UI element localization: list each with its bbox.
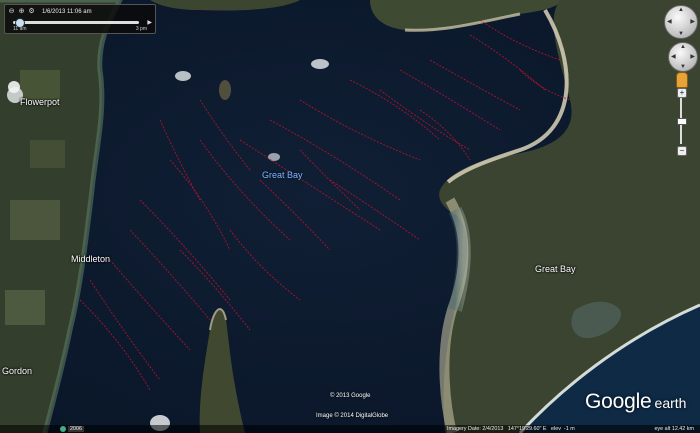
status-info: Imagery Date: 2/4/2013 147°19'29.60" E e… bbox=[447, 425, 575, 433]
place-label-great-bay-water[interactable]: Great Bay bbox=[262, 170, 303, 180]
time-end-label: 3 pm bbox=[135, 26, 147, 32]
eye-altitude: eye alt 12.42 km bbox=[654, 426, 694, 432]
logo-earth-text: earth bbox=[654, 395, 687, 411]
place-label-middleton[interactable]: Middleton bbox=[71, 254, 110, 264]
move-left-icon[interactable]: ◀ bbox=[671, 53, 676, 60]
look-up-icon[interactable]: ▲ bbox=[678, 7, 684, 13]
zoom-in-time-icon[interactable]: ⊕ bbox=[18, 8, 25, 15]
move-up-icon[interactable]: ▲ bbox=[680, 44, 686, 50]
time-date-readout: 1/6/2013 11:06 am bbox=[42, 8, 92, 15]
street-view-pegman-icon[interactable] bbox=[676, 72, 688, 88]
settings-icon[interactable]: ⚙ bbox=[28, 8, 35, 15]
look-joystick[interactable]: ▲ ▼ ◀ ▶ bbox=[664, 5, 698, 39]
satellite-imagery[interactable] bbox=[0, 0, 700, 433]
place-label-gordon[interactable]: Gordon bbox=[2, 366, 32, 376]
play-icon[interactable]: ▶ bbox=[147, 19, 152, 26]
move-right-icon[interactable]: ▶ bbox=[690, 53, 695, 60]
clock-icon[interactable] bbox=[60, 426, 66, 432]
status-bar bbox=[0, 425, 700, 433]
zoom-slider-thumb[interactable] bbox=[677, 118, 687, 125]
imagery-date: Imagery Date: 2/4/2013 bbox=[447, 426, 504, 432]
zoom-in-button[interactable]: + bbox=[677, 88, 687, 98]
time-start-label: 11 am bbox=[13, 26, 27, 32]
zoom-out-button[interactable]: − bbox=[677, 146, 687, 156]
zoom-out-time-icon[interactable]: ⊖ bbox=[8, 8, 15, 15]
look-down-icon[interactable]: ▼ bbox=[678, 31, 684, 37]
move-down-icon[interactable]: ▼ bbox=[680, 64, 686, 70]
logo-google-text: Google bbox=[585, 390, 652, 413]
copyright-imagery: Image © 2014 DigitalGlobe bbox=[316, 413, 389, 419]
pointer-coords: 147°19'29.60" E bbox=[507, 426, 547, 432]
time-track[interactable] bbox=[13, 21, 139, 24]
elevation-value: -1 m bbox=[563, 426, 575, 432]
elevation-label: elev bbox=[551, 426, 561, 432]
time-slider-panel: ⊖ ⊕ ⚙ 1/6/2013 11:06 am 11 am 3 pm ▶ bbox=[4, 4, 156, 34]
historical-imagery-indicator[interactable]: 2006 bbox=[60, 425, 84, 433]
map-view[interactable]: Flowerpot Middleton Gordon Great Bay Gre… bbox=[0, 0, 700, 433]
place-label-great-bay-town[interactable]: Great Bay bbox=[535, 264, 576, 274]
place-label-flowerpot[interactable]: Flowerpot bbox=[20, 97, 60, 107]
historical-year[interactable]: 2006 bbox=[68, 426, 84, 432]
look-left-icon[interactable]: ◀ bbox=[667, 18, 672, 25]
look-right-icon[interactable]: ▶ bbox=[690, 18, 695, 25]
copyright-google: © 2013 Google bbox=[330, 393, 371, 399]
google-earth-logo: Google earth bbox=[585, 390, 686, 414]
move-joystick[interactable]: ▲ ▼ ◀ ▶ bbox=[668, 42, 698, 72]
